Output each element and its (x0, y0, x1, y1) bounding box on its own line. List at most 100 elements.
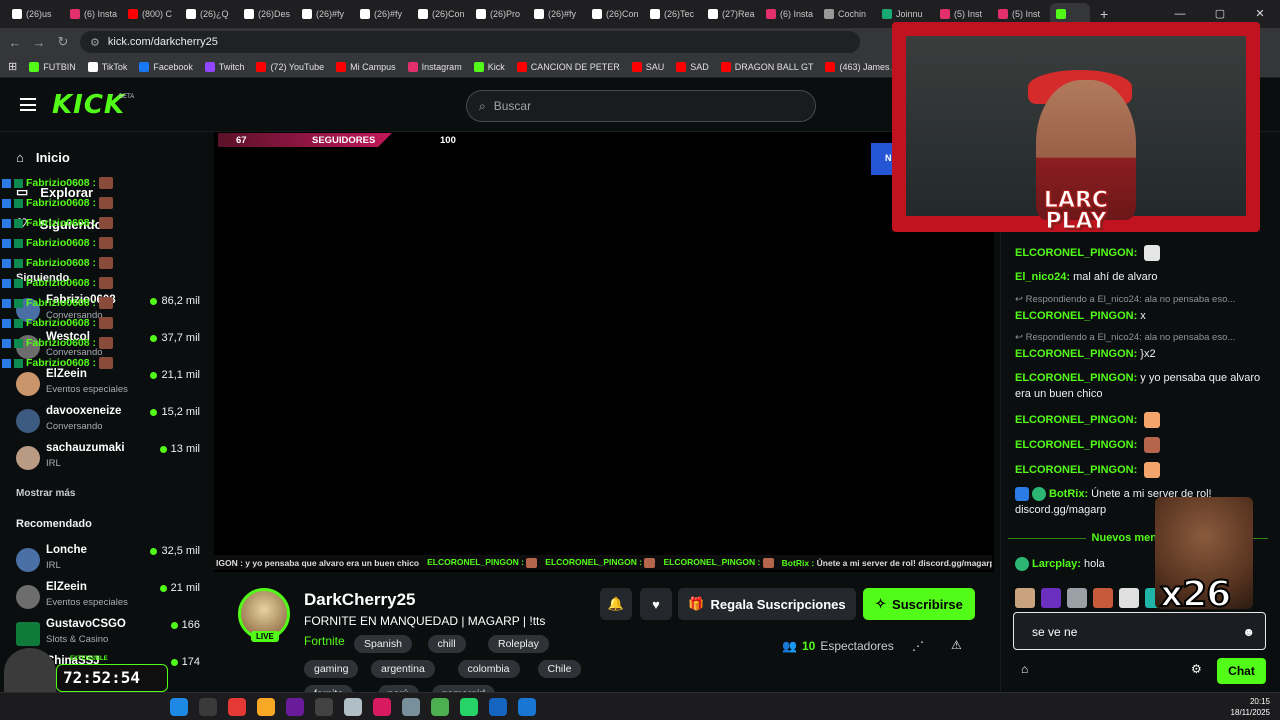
store-icon[interactable]: ⌂ (1021, 662, 1028, 676)
chat-send-button[interactable]: Chat (1217, 658, 1266, 684)
chat-username[interactable]: ELCORONEL_PINGON: (1015, 348, 1137, 360)
gift-subs-button[interactable]: 🎁 Regala Suscripciones (678, 588, 856, 620)
stream-tag[interactable]: colombia (457, 660, 520, 678)
show-more-link[interactable]: Mostrar más (16, 488, 75, 499)
new-tab-icon[interactable]: + (1100, 6, 1108, 22)
bookmark-item[interactable]: CANCION DE PETER (516, 61, 620, 72)
chat-username[interactable]: ELCORONEL_PINGON: (1015, 372, 1137, 384)
stream-tag[interactable]: gaming (304, 660, 359, 678)
bookmark-item[interactable]: SAU (631, 61, 664, 72)
taskbar-app-icon[interactable] (228, 698, 246, 716)
chat-username[interactable]: ELCORONEL_PINGON: (1015, 310, 1137, 322)
channel-name: Lonche (46, 544, 87, 556)
browser-tab[interactable]: (6) Insta (64, 3, 122, 25)
browser-tab[interactable]: (26)Con (586, 3, 644, 25)
stream-tag[interactable]: Chile (537, 660, 582, 678)
share-icon[interactable]: ⋰ (912, 639, 924, 653)
browser-tab[interactable]: Cochin (818, 3, 876, 25)
taskbar-app-icon[interactable] (315, 698, 333, 716)
sidebar-channel-item[interactable]: ElZeein Eventos especiales 21 mil (16, 581, 204, 615)
taskbar-app-icon[interactable] (286, 698, 304, 716)
taskbar-app-icon[interactable] (344, 698, 362, 716)
bookmark-item[interactable]: SAD (676, 61, 709, 72)
browser-tab[interactable]: (26)Pro (470, 3, 528, 25)
emote-icon[interactable] (1067, 588, 1087, 608)
emoji-icon[interactable]: ☻ (1242, 625, 1255, 639)
browser-tab[interactable]: (26)#fy (296, 3, 354, 25)
browser-tab[interactable]: (26)¿Q (180, 3, 238, 25)
stream-tag[interactable]: chill (427, 635, 466, 653)
browser-tab[interactable]: (800) C (122, 3, 180, 25)
browser-tab[interactable]: (26)Des (238, 3, 296, 25)
kick-logo[interactable]: KICK (52, 90, 125, 120)
sidebar-channel-item[interactable]: Lonche IRL 32,5 mil (16, 544, 204, 578)
gear-icon[interactable]: ⚙ (1191, 662, 1202, 676)
sidebar-channel-item[interactable]: ElZeein Eventos especiales 21,1 mil (16, 368, 204, 402)
chat-username[interactable]: BotRix: (1049, 488, 1088, 500)
taskbar-app-icon[interactable] (402, 698, 420, 716)
taskbar-app-icon[interactable] (373, 698, 391, 716)
sidebar-channel-item[interactable]: davooxeneize Conversando 15,2 mil (16, 405, 204, 439)
chat-username[interactable]: ELCORONEL_PINGON: (1015, 464, 1137, 476)
browser-tab[interactable]: (26)Tec (644, 3, 702, 25)
stream-tag[interactable]: argentina (371, 660, 435, 678)
bookmark-item[interactable]: FUTBIN (29, 61, 76, 72)
bookmark-item[interactable]: Twitch (204, 61, 244, 72)
taskbar-app-icon[interactable] (489, 698, 507, 716)
stream-tag[interactable]: Spanish (354, 635, 412, 653)
flood-chat-line: Fabrizio0608 : (2, 236, 114, 250)
emote-icon[interactable] (1093, 588, 1113, 608)
forward-icon[interactable]: → (32, 35, 46, 50)
browser-tab[interactable]: (27)Rea (702, 3, 760, 25)
bookmark-item[interactable]: Kick (473, 61, 505, 72)
sidebar-channel-item[interactable]: GustavoCSGO Slots & Casino 166 (16, 618, 204, 652)
tab-favicon-icon (824, 9, 834, 19)
bookmark-item[interactable]: Instagram (407, 61, 462, 72)
site-info-icon[interactable]: ⚙ (90, 36, 100, 49)
taskbar-app-icon[interactable] (518, 698, 536, 716)
menu-icon[interactable] (20, 98, 36, 111)
sidebar-channel-item[interactable]: sachauzumaki IRL 13 mil (16, 442, 204, 476)
chat-username[interactable]: Larcplay: (1032, 558, 1081, 570)
apps-icon[interactable]: ⊞ (8, 60, 17, 73)
emote-icon[interactable] (1119, 588, 1139, 608)
emote-icon[interactable] (1041, 588, 1061, 608)
chat-input[interactable]: se ve ne ☻ (1013, 612, 1266, 650)
back-icon[interactable]: ← (8, 35, 22, 50)
follow-button[interactable]: ♥ (640, 588, 672, 620)
browser-tab[interactable]: (26)us (6, 3, 64, 25)
taskbar-app-icon[interactable] (199, 698, 217, 716)
chat-username[interactable]: El_nico24: (1015, 271, 1070, 283)
bookmark-item[interactable]: TikTok (87, 61, 127, 72)
browser-tab[interactable]: (26)Con (412, 3, 470, 25)
emote-icon[interactable] (1015, 588, 1035, 608)
chat-username[interactable]: ELCORONEL_PINGON: (1015, 414, 1137, 426)
bookmark-favicon-icon (336, 61, 347, 72)
search-input[interactable]: ⌕ Buscar (466, 90, 816, 122)
taskbar-app-icon[interactable] (431, 698, 449, 716)
stream-category[interactable]: Fortnite (304, 634, 345, 648)
browser-tab[interactable]: (6) Insta (760, 3, 818, 25)
channel-name[interactable]: DarkCherry25 (304, 590, 416, 610)
reload-icon[interactable]: ↻ (56, 34, 70, 50)
video-player[interactable] (214, 132, 994, 572)
bookmark-item[interactable]: Mi Campus (336, 61, 396, 72)
tab-favicon-icon (186, 9, 196, 19)
report-icon[interactable]: ⚠ (951, 638, 962, 652)
notification-bell-button[interactable]: 🔔 (600, 588, 632, 620)
stream-tag[interactable]: Roleplay (488, 635, 549, 653)
taskbar-clock[interactable]: 20:15 18/11/2025 (1231, 696, 1270, 718)
bookmark-item[interactable]: Facebook (139, 61, 193, 72)
bookmark-item[interactable]: (72) YouTube (256, 61, 324, 72)
browser-tab[interactable]: (26)#fy (528, 3, 586, 25)
url-field[interactable]: ⚙ kick.com/darkcherry25 (80, 31, 860, 53)
sidebar-item-home[interactable]: ⌂ Inicio (16, 150, 70, 165)
taskbar-app-icon[interactable] (170, 698, 188, 716)
browser-tab[interactable]: (26)#fy (354, 3, 412, 25)
chat-username[interactable]: ELCORONEL_PINGON: (1015, 439, 1137, 451)
subscribe-button[interactable]: ✧ Suscribirse (863, 588, 975, 620)
taskbar-app-icon[interactable] (257, 698, 275, 716)
chat-username[interactable]: ELCORONEL_PINGON: (1015, 247, 1137, 259)
bookmark-item[interactable]: DRAGON BALL GT (720, 61, 813, 72)
taskbar-app-icon[interactable] (460, 698, 478, 716)
